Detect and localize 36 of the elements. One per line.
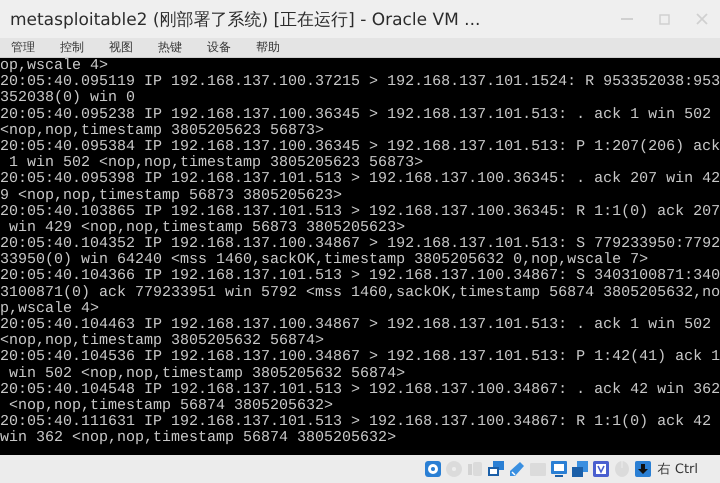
console-line: win 362 <nop,nop,timestamp 56874 3805205632> [0,430,398,446]
console-line: 33950(0) win 64240 <mss 1460,sackOK,timestamp 3805205632 0,nop,wscale 7> [0,252,650,268]
console-line: 20:05:40.104548 IP 192.168.137.101.513 > 192.168.137.100.34867: . ack 42 win 362 [0,382,720,398]
menu-item[interactable]: 管理 [11,39,35,56]
console-line: p,wscale 4> [0,300,100,317]
console-line: 20:05:40.095398 IP 192.168.137.101.513 > 192.168.137.100.36345: . ack 207 win 42 [0,171,720,188]
console-line: 20:05:40.103865 IP 192.168.137.101.513 > 192.168.137.100.36345: R 1:1(0) ack 207 [0,204,720,220]
console-line: op,wscale 4> [0,58,110,74]
console-line: 20:05:40.111631 IP 192.168.137.101.513 > 192.168.137.100.34867: R 1:1(0) ack 42 [0,414,712,430]
network-icon[interactable] [486,460,505,478]
console-line: <nop,nop,timestamp 56874 3805205632> [8,398,334,414]
windows-icon[interactable] [570,460,589,478]
console-line: win 429 <nop,nop,timestamp 56873 3805205623> [8,220,406,236]
console-line: 20:05:40.104352 IP 192.168.137.100.34867 > 192.168.137.101.513: S 779233950:7792 [0,236,720,252]
chip-icon[interactable] [592,460,610,478]
host-key-label: 右 Ctrl [658,461,698,478]
menu-item[interactable]: 热键 [158,39,182,56]
console-line: 20:05:40.095384 IP 192.168.137.100.36345 > 192.168.137.101.513: P 1:207(206) ack [0,138,720,155]
console-line: 1 win 502 <nop,nop,timestamp 3805205623 56873> [8,155,424,172]
console-line: 20:05:40.095238 IP 192.168.137.100.36345 > 192.168.137.101.513: . ack 1 win 502 [0,106,712,123]
console-line: <nop,nop,timestamp 3805205623 56873> [0,122,326,139]
console-line: 20:05:40.104463 IP 192.168.137.100.34867 > 192.168.137.101.513: . ack 1 win 502 [0,317,712,333]
menu-item[interactable]: 设备 [207,39,231,56]
menu-item[interactable]: 视图 [109,39,133,56]
console-line: 9 <nop,nop,timestamp 56873 3805205623> [0,188,344,204]
console-line: win 502 <nop,nop,timestamp 3805205632 56874> [8,366,406,382]
menu-item[interactable]: 控制 [60,39,84,56]
console-line: 20:05:40.104536 IP 192.168.137.100.34867 > 192.168.137.101.513: P 1:42(41) ack 1 [0,349,720,366]
console-line: <nop,nop,timestamp 3805205632 56874> [0,333,326,350]
console-line: 20:05:40.104366 IP 192.168.137.101.513 > 192.168.137.100.34867: S 3403100871:340 [0,268,720,285]
display-icon[interactable] [550,460,568,478]
console-line: 3100871(0) ack 779233951 win 5792 <mss 1460,sackOK,timestamp 56874 3805205632,no [0,284,720,301]
window-title: metasploitable2 (刚部署了系统) [正在运行] - Oracle VM ... [10,8,480,30]
console-line: 352038(0) win 0 [0,90,136,107]
console-line: 20:05:40.095119 IP 192.168.137.100.37215 > 192.168.137.101.1524: R 953352038:953 [0,74,720,90]
menu-item[interactable]: 帮助 [256,39,280,56]
